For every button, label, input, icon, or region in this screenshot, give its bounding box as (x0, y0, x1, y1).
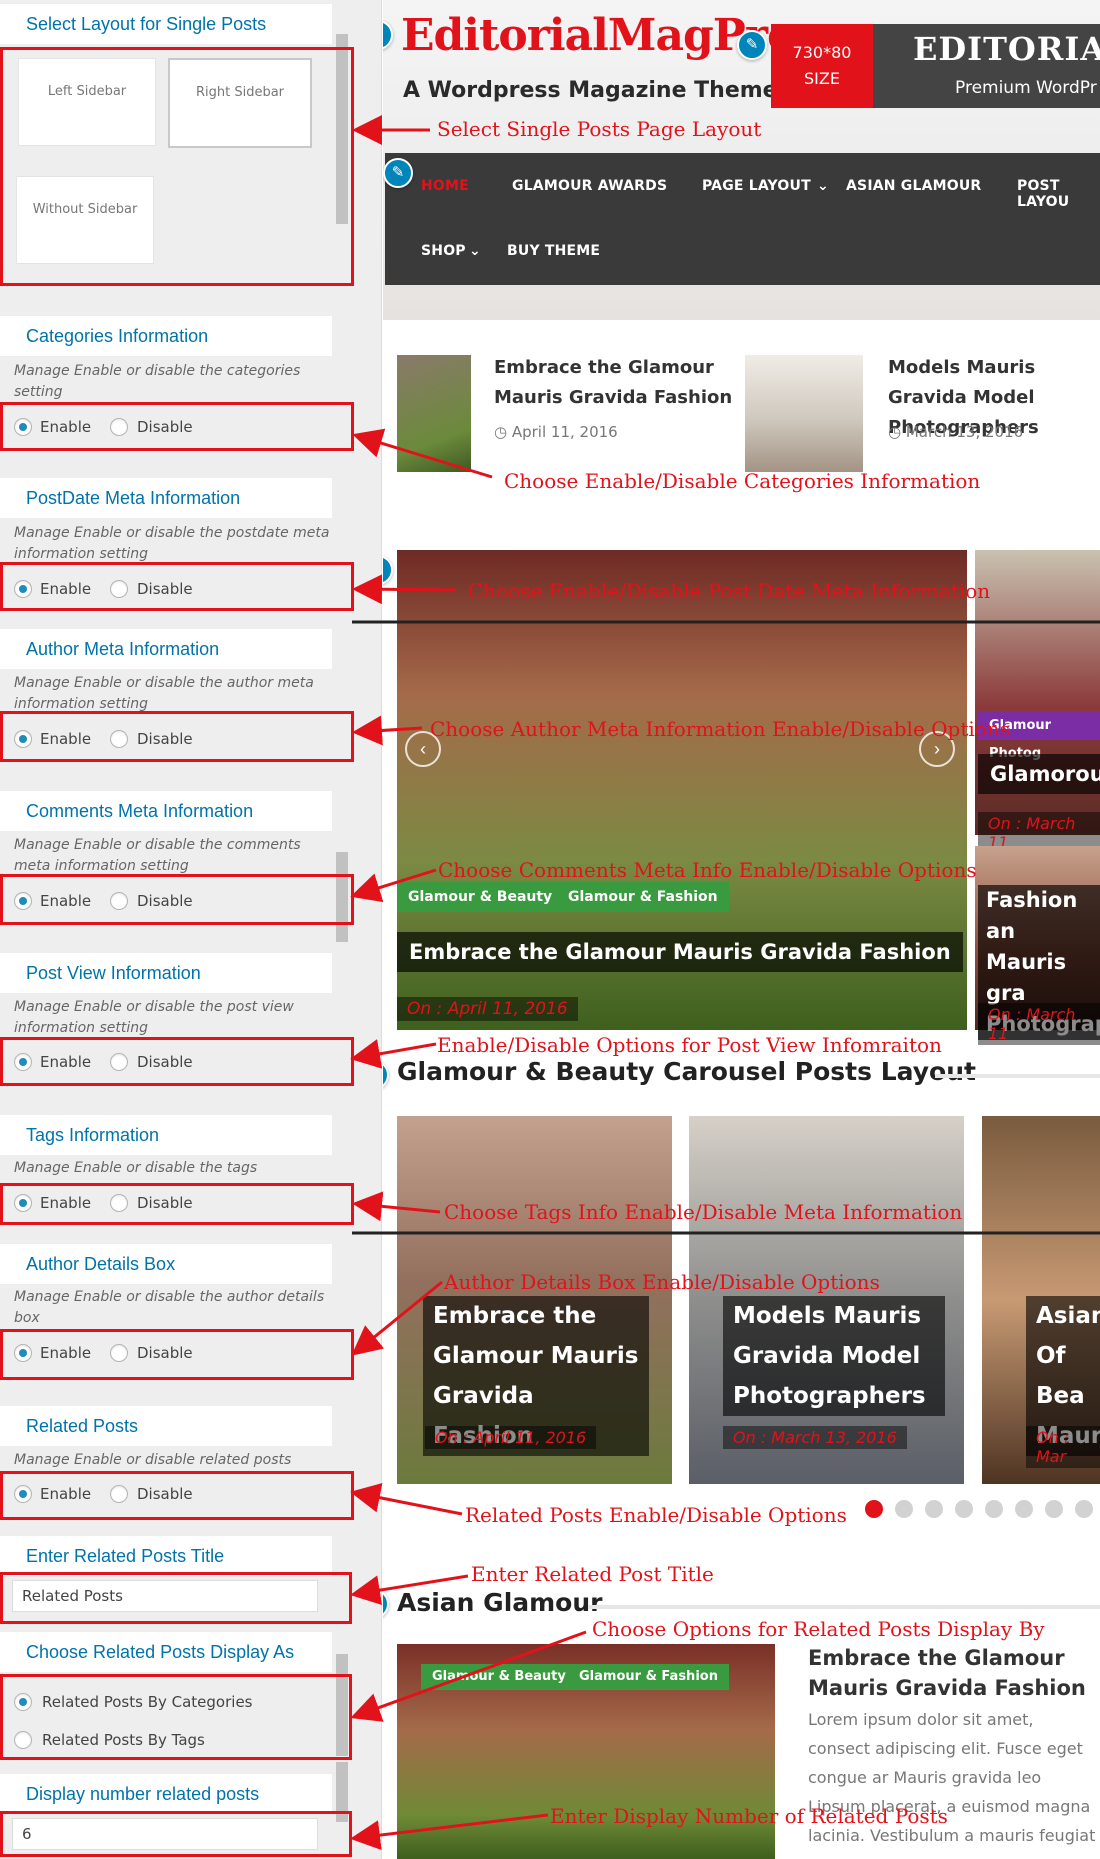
annotation-arrows (350, 115, 1100, 1851)
